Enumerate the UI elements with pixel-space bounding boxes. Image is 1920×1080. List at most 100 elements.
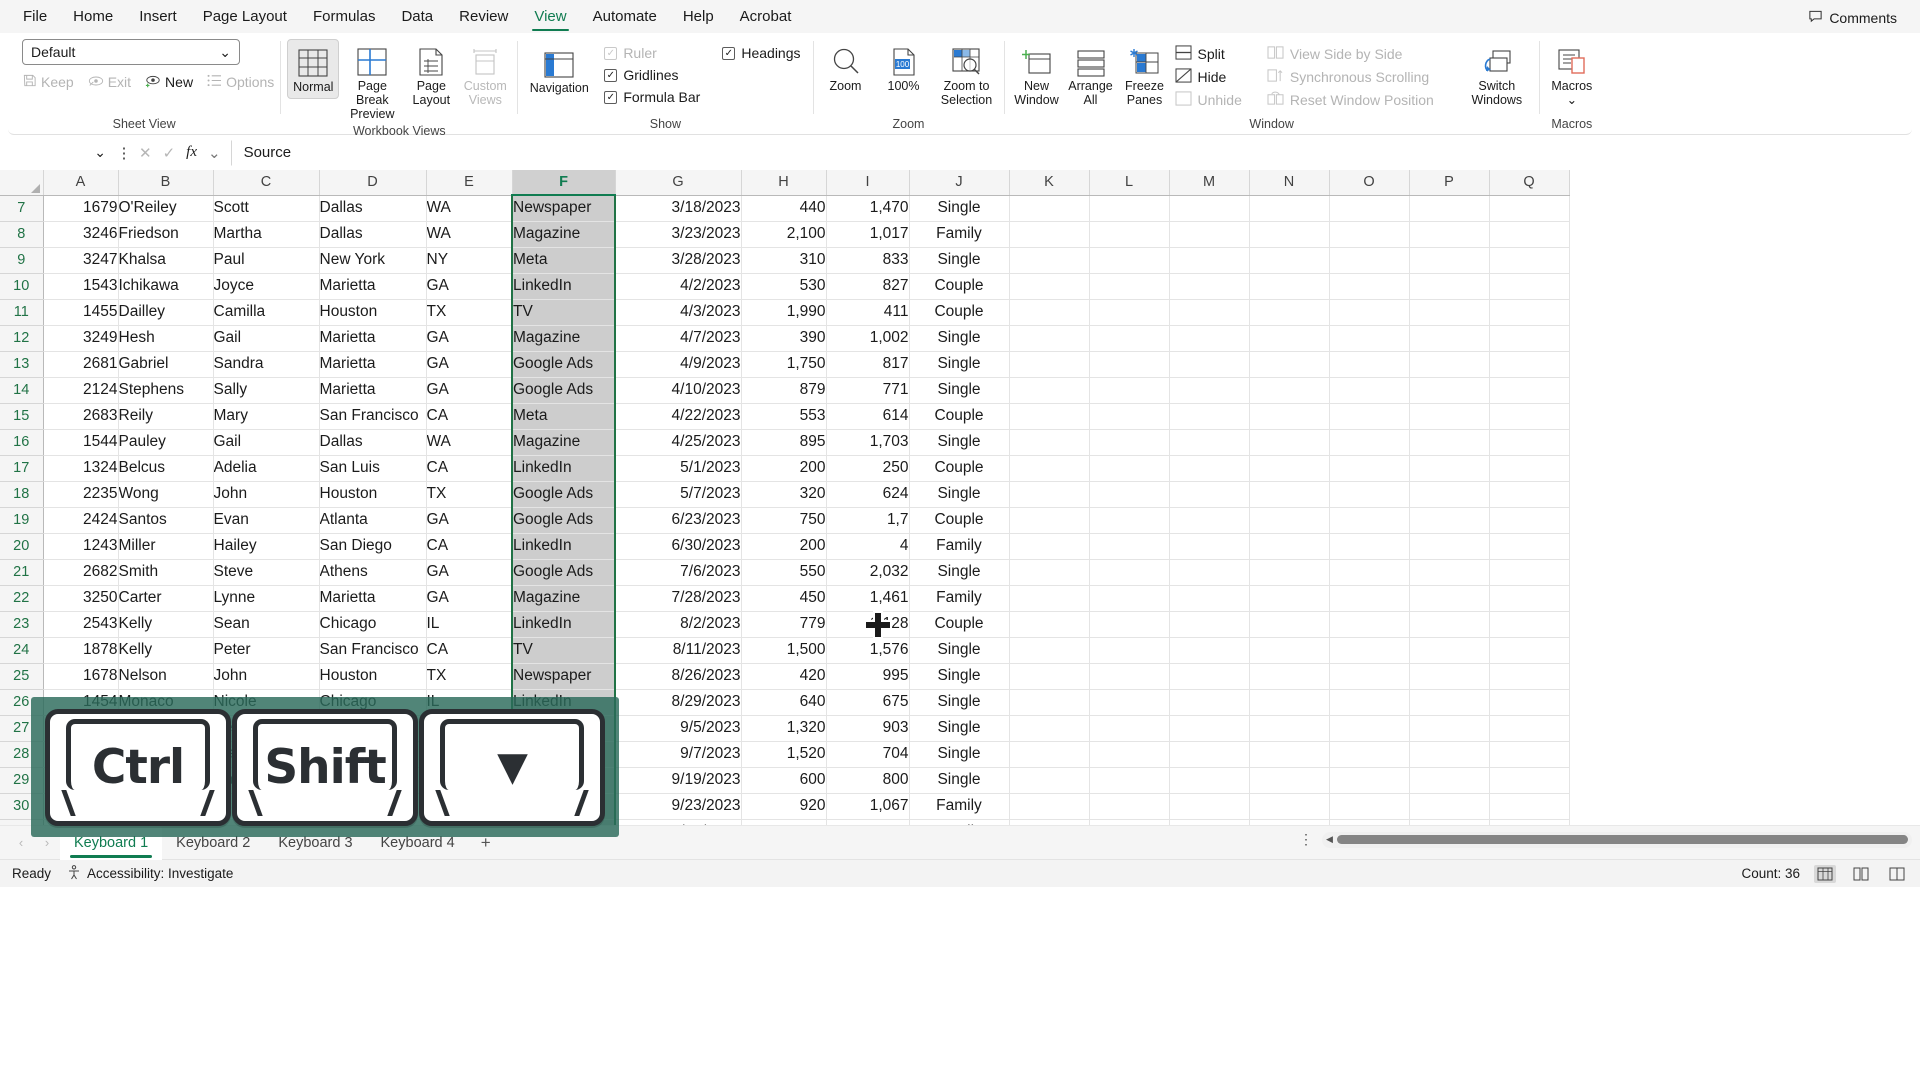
cell-F11[interactable]: TV	[511, 299, 616, 326]
cell-I19[interactable]: 1,7	[826, 507, 910, 534]
cell-E20[interactable]: CA	[426, 533, 513, 560]
column-header-l[interactable]: L	[1089, 170, 1170, 196]
cell-P9[interactable]	[1409, 247, 1490, 274]
cell-P14[interactable]	[1409, 377, 1490, 404]
cell-P15[interactable]	[1409, 403, 1490, 430]
cell-I27[interactable]: 903	[826, 715, 910, 742]
cell-G20[interactable]: 6/30/2023	[615, 533, 742, 560]
page-break-preview-button[interactable]: Page Break Preview	[341, 39, 403, 124]
cell-C25[interactable]: John	[213, 663, 320, 690]
cell-L8[interactable]	[1089, 221, 1170, 248]
prev-sheet-arrow[interactable]: ‹	[8, 835, 34, 850]
cell-F13[interactable]: Google Ads	[511, 351, 616, 378]
cell-K18[interactable]	[1009, 481, 1090, 508]
horizontal-scrollbar[interactable]: ◀	[1322, 831, 1912, 848]
column-header-k[interactable]: K	[1009, 170, 1090, 196]
cell-P8[interactable]	[1409, 221, 1490, 248]
table-row[interactable]: 13 2681 Gabriel Sandra Marietta GA Google Ads 4…	[0, 351, 1570, 378]
cell-D13[interactable]: Marietta	[319, 351, 427, 378]
cell-O16[interactable]	[1329, 429, 1410, 456]
cell-M25[interactable]	[1169, 663, 1250, 690]
cell-J9[interactable]: Single	[909, 247, 1010, 274]
switch-windows-button[interactable]: Switch Windows	[1461, 39, 1533, 111]
cell-F20[interactable]: LinkedIn	[511, 533, 616, 560]
column-header-m[interactable]: M	[1169, 170, 1250, 196]
cell-Q20[interactable]	[1489, 533, 1570, 560]
cell-B9[interactable]: Khalsa	[118, 247, 214, 274]
cell-P28[interactable]	[1409, 741, 1490, 768]
cell-F17[interactable]: LinkedIn	[511, 455, 616, 482]
cell-J28[interactable]: Single	[909, 741, 1010, 768]
cell-G12[interactable]: 4/7/2023	[615, 325, 742, 352]
cell-Q7[interactable]	[1489, 195, 1570, 222]
cell-B19[interactable]: Santos	[118, 507, 214, 534]
cell-H8[interactable]: 2,100	[741, 221, 827, 248]
gridlines-checkbox[interactable]: ✓ Gridlines	[604, 67, 700, 83]
row-header-13[interactable]: 13	[0, 351, 44, 378]
cell-Q19[interactable]	[1489, 507, 1570, 534]
tab-automate[interactable]: Automate	[580, 0, 670, 33]
cell-E17[interactable]: CA	[426, 455, 513, 482]
cell-G28[interactable]: 9/7/2023	[615, 741, 742, 768]
cell-G26[interactable]: 8/29/2023	[615, 689, 742, 716]
cell-I21[interactable]: 2,032	[826, 559, 910, 586]
cell-P7[interactable]	[1409, 195, 1490, 222]
cell-L18[interactable]	[1089, 481, 1170, 508]
column-header-e[interactable]: E	[426, 170, 513, 196]
cell-G17[interactable]: 5/1/2023	[615, 455, 742, 482]
cell-H23[interactable]: 779	[741, 611, 827, 638]
row-header-11[interactable]: 11	[0, 299, 44, 326]
column-header-h[interactable]: H	[741, 170, 827, 196]
cell-B15[interactable]: Reily	[118, 403, 214, 430]
chevron-down-icon[interactable]: ⌄	[94, 144, 106, 161]
cell-C23[interactable]: Sean	[213, 611, 320, 638]
cell-L15[interactable]	[1089, 403, 1170, 430]
cell-N19[interactable]	[1249, 507, 1330, 534]
cell-C17[interactable]: Adelia	[213, 455, 320, 482]
cell-L13[interactable]	[1089, 351, 1170, 378]
column-header-b[interactable]: B	[118, 170, 214, 196]
cell-J11[interactable]: Couple	[909, 299, 1010, 326]
cell-B7[interactable]: O'Reiley	[118, 195, 214, 222]
cell-F16[interactable]: Magazine	[511, 429, 616, 456]
cell-I10[interactable]: 827	[826, 273, 910, 300]
cell-C22[interactable]: Lynne	[213, 585, 320, 612]
cell-J12[interactable]: Single	[909, 325, 1010, 352]
cell-O14[interactable]	[1329, 377, 1410, 404]
tab-view[interactable]: View	[521, 0, 579, 33]
cell-P25[interactable]	[1409, 663, 1490, 690]
cell-H14[interactable]: 879	[741, 377, 827, 404]
column-header-f[interactable]: F	[512, 170, 616, 196]
table-row[interactable]: 10 1543 Ichikawa Joyce Marietta GA LinkedIn 4/2…	[0, 273, 1570, 300]
cell-D12[interactable]: Marietta	[319, 325, 427, 352]
cell-F21[interactable]: Google Ads	[511, 559, 616, 586]
cell-H28[interactable]: 1,520	[741, 741, 827, 768]
row-header-18[interactable]: 18	[0, 481, 44, 508]
cell-I18[interactable]: 624	[826, 481, 910, 508]
cell-N30[interactable]	[1249, 793, 1330, 820]
cell-I24[interactable]: 1,576	[826, 637, 910, 664]
cell-Q15[interactable]	[1489, 403, 1570, 430]
cell-K20[interactable]	[1009, 533, 1090, 560]
column-header-a[interactable]: A	[43, 170, 119, 196]
cell-I26[interactable]: 675	[826, 689, 910, 716]
cell-F22[interactable]: Magazine	[511, 585, 616, 612]
name-box[interactable]: ⌄	[8, 139, 113, 166]
row-header-23[interactable]: 23	[0, 611, 44, 638]
cell-H16[interactable]: 895	[741, 429, 827, 456]
cell-C8[interactable]: Martha	[213, 221, 320, 248]
cell-Q23[interactable]	[1489, 611, 1570, 638]
cell-H19[interactable]: 750	[741, 507, 827, 534]
cell-P20[interactable]	[1409, 533, 1490, 560]
cell-G27[interactable]: 9/5/2023	[615, 715, 742, 742]
cell-D19[interactable]: Atlanta	[319, 507, 427, 534]
formula-bar-checkbox[interactable]: ✓ Formula Bar	[604, 89, 700, 105]
cell-M11[interactable]	[1169, 299, 1250, 326]
cell-B10[interactable]: Ichikawa	[118, 273, 214, 300]
cell-C10[interactable]: Joyce	[213, 273, 320, 300]
cell-O18[interactable]	[1329, 481, 1410, 508]
cell-H24[interactable]: 1,500	[741, 637, 827, 664]
cell-K16[interactable]	[1009, 429, 1090, 456]
cell-N11[interactable]	[1249, 299, 1330, 326]
cell-J27[interactable]: Single	[909, 715, 1010, 742]
